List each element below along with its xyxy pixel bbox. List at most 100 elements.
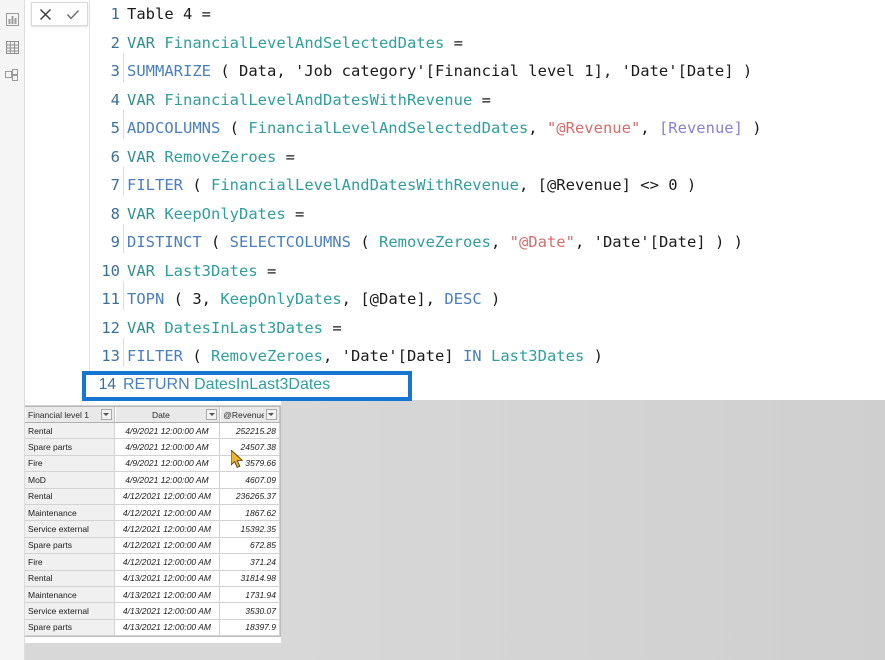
code-line-3[interactable]: 3 SUMMARIZE ( Data, 'Job category'[Finan… (90, 53, 885, 86)
grid-cell[interactable]: 252215.28 (220, 423, 280, 440)
grid-cell[interactable]: 18397.9 (220, 619, 280, 637)
code-token: , (201, 290, 221, 308)
grid-cell[interactable]: Fire (25, 455, 115, 473)
code-token: ) (742, 119, 762, 137)
table-row[interactable]: Rental 4/9/2021 12:00:00 AM 252215.28 (25, 423, 280, 440)
table-row[interactable]: Service external 4/13/2021 12:00:00 AM 353… (25, 603, 280, 620)
grid-cell[interactable]: 3579.66 (220, 455, 280, 473)
report-view-icon[interactable] (0, 5, 25, 33)
table-row[interactable]: Maintenance 4/13/2021 12:00:00 AM 1731.94 (25, 586, 280, 604)
code-token: = (444, 33, 463, 52)
grid-cell[interactable]: Spare parts (25, 537, 115, 555)
table-row[interactable]: Rental 4/13/2021 12:00:00 AM 31814.98 (25, 570, 280, 587)
grid-cell[interactable]: Rental (25, 423, 115, 440)
table-row[interactable]: Spare parts 4/13/2021 12:00:00 AM 18397.9 (25, 619, 280, 637)
grid-cell[interactable]: 4/9/2021 12:00:00 AM (114, 423, 221, 440)
grid-cell[interactable]: 4/9/2021 12:00:00 AM (114, 455, 221, 473)
chevron-down-icon[interactable] (100, 409, 112, 420)
line-number: 8 (110, 204, 120, 223)
grid-cell[interactable]: 31814.98 (220, 570, 280, 587)
code-line-11[interactable]: 11 TOPN ( 3, KeepOnlyDates, [@Date], DES… (90, 281, 885, 314)
grid-cell[interactable]: 4/12/2021 12:00:00 AM (114, 488, 221, 505)
code-token: , (528, 119, 547, 137)
grid-cell[interactable]: 4/12/2021 12:00:00 AM (114, 521, 221, 538)
code-line-14[interactable]: 14 RETURN DatesInLast3Dates (86, 374, 408, 396)
grid-cell[interactable]: Spare parts (25, 619, 115, 637)
grid-cell[interactable]: 4607.09 (220, 472, 280, 489)
code-token: ( (350, 233, 379, 251)
data-view-icon[interactable] (0, 33, 25, 61)
code-line-12[interactable]: 12 VAR DatesInLast3Dates = (90, 314, 885, 343)
line-number: 7 (110, 176, 120, 194)
grid-cell[interactable]: 4/13/2021 12:00:00 AM (114, 603, 221, 620)
table-row[interactable]: Fire 4/12/2021 12:00:00 AM 371.24 (25, 554, 280, 571)
grid-cell[interactable]: 672.85 (220, 537, 280, 555)
grid-cell[interactable]: Maintenance (25, 504, 115, 522)
grid-cell[interactable]: 4/12/2021 12:00:00 AM (114, 554, 221, 571)
table-row[interactable]: Rental 4/12/2021 12:00:00 AM 236265.37 (25, 488, 280, 505)
grid-cell[interactable]: 4/13/2021 12:00:00 AM (114, 570, 221, 587)
dax-code-editor[interactable]: 1 Table 4 = 2 VAR FinancialLevelAndSelected… (89, 0, 885, 398)
code-line-8[interactable]: 8 VAR KeepOnlyDates = (90, 200, 885, 229)
grid-cell[interactable]: 3530.07 (220, 603, 280, 620)
table-row[interactable]: Spare parts 4/9/2021 12:00:00 AM 24507.38 (25, 439, 280, 456)
code-line-7[interactable]: 7 FILTER ( FinancialLevelAndDatesWithRev… (90, 167, 885, 200)
grid-column-header[interactable]: Financial level 1 (25, 407, 115, 422)
grid-cell[interactable]: 24507.38 (220, 439, 280, 456)
grid-column-label: Date (151, 409, 170, 420)
code-token: FinancialLevelAndSelectedDates (248, 119, 529, 137)
code-line-5[interactable]: 5 ADDCOLUMNS ( FinancialLevelAndSelected… (90, 110, 885, 143)
code-token: KeepOnlyDates (164, 204, 286, 223)
code-text: FILTER ( RemoveZeroes, 'Date'[Date] IN L… (120, 338, 603, 371)
commit-icon[interactable] (63, 4, 83, 24)
grid-cell[interactable]: 236265.37 (220, 488, 280, 505)
grid-cell[interactable]: Service external (25, 603, 115, 620)
grid-cell[interactable]: 1731.94 (220, 586, 280, 604)
grid-column-header[interactable]: Date (114, 407, 221, 422)
table-row[interactable]: Spare parts 4/12/2021 12:00:00 AM 672.85 (25, 537, 280, 555)
grid-cell[interactable]: Spare parts (25, 439, 115, 456)
model-view-icon[interactable] (0, 61, 25, 89)
grid-cell[interactable]: 4/9/2021 12:00:00 AM (114, 472, 221, 489)
code-line-2[interactable]: 2 VAR FinancialLevelAndSelectedDates = (90, 29, 885, 58)
code-line-6[interactable]: 6 VAR RemoveZeroes = (90, 143, 885, 172)
grid-cell[interactable]: Service external (25, 521, 115, 538)
grid-cell[interactable]: 4/13/2021 12:00:00 AM (114, 619, 221, 637)
grid-body: Rental 4/9/2021 12:00:00 AM 252215.28 Spare… (25, 423, 280, 637)
grid-cell[interactable]: 4/9/2021 12:00:00 AM (114, 439, 221, 456)
grid-cell[interactable]: MoD (25, 472, 115, 489)
line-number: 11 (101, 290, 120, 308)
code-line-4[interactable]: 4 VAR FinancialLevelAndDatesWithRevenue = (90, 86, 885, 115)
code-line-13[interactable]: 13 FILTER ( RemoveZeroes, 'Date'[Date] I… (90, 338, 885, 371)
grid-cell[interactable]: 371.24 (220, 554, 280, 571)
grid-cell[interactable]: Maintenance (25, 586, 115, 604)
code-line-1[interactable]: 1 Table 4 = (90, 0, 885, 29)
grid-cell[interactable]: 4/12/2021 12:00:00 AM (114, 537, 221, 555)
code-line-9[interactable]: 9 DISTINCT ( SELECTCOLUMNS ( RemoveZeroe… (90, 224, 885, 257)
code-line-10[interactable]: 10 VAR Last3Dates = (90, 257, 885, 286)
chevron-down-icon[interactable] (265, 409, 277, 420)
grid-column-header[interactable]: @Revenue (220, 407, 280, 422)
grid-cell[interactable]: 4/12/2021 12:00:00 AM (114, 504, 221, 522)
table-row[interactable]: MoD 4/9/2021 12:00:00 AM 4607.09 (25, 472, 280, 489)
code-token: DatesInLast3Dates (164, 318, 323, 337)
grid-cell[interactable]: 1867.62 (220, 504, 280, 522)
grid-cell[interactable]: Rental (25, 488, 115, 505)
code-token: IN (462, 347, 482, 365)
chevron-down-icon[interactable] (206, 409, 218, 420)
code-token: FinancialLevelAndDatesWithRevenue (211, 176, 519, 194)
grid-cell[interactable]: 4/13/2021 12:00:00 AM (114, 586, 221, 604)
line-number: 10 (101, 261, 120, 280)
grid-cell[interactable]: 15392.35 (220, 521, 280, 538)
grid-cell[interactable]: Fire (25, 554, 115, 571)
cancel-icon[interactable] (36, 4, 56, 24)
code-token: = (257, 261, 277, 280)
code-lines: 1 Table 4 = 2 VAR FinancialLevelAndSelected… (90, 0, 885, 371)
table-row[interactable]: Service external 4/12/2021 12:00:00 AM 153… (25, 521, 280, 538)
table-row[interactable]: Fire 4/9/2021 12:00:00 AM 3579.66 (25, 455, 280, 473)
table-row[interactable]: Maintenance 4/12/2021 12:00:00 AM 1867.62 (25, 504, 280, 522)
grid-cell[interactable]: Rental (25, 570, 115, 587)
